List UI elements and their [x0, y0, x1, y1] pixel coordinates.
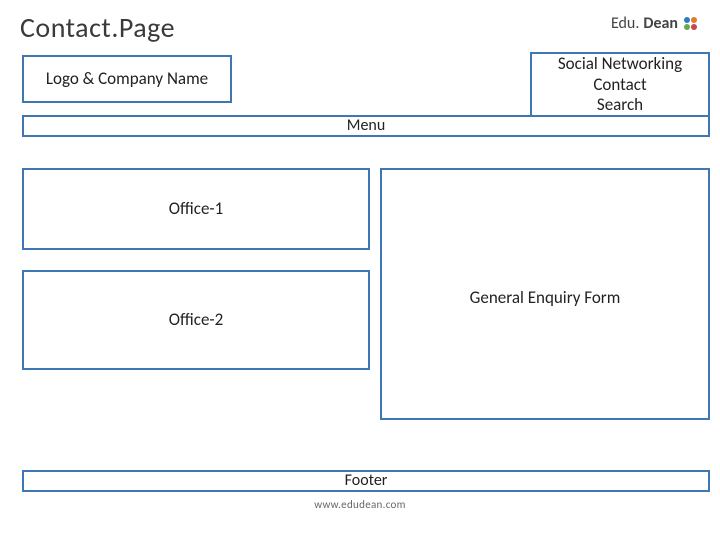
footer-url: www.edudean.com	[0, 498, 720, 511]
footer-label: Footer	[345, 471, 388, 490]
enquiry-box: General Enquiry Form	[380, 168, 710, 420]
top-right-box: Social Networking Contact Search	[530, 52, 710, 118]
office-1-label: Office-1	[169, 199, 223, 219]
logo-company-label: Logo & Company Name	[46, 69, 208, 89]
menu-box: Menu	[22, 115, 710, 137]
page-title: Contact.Page	[20, 10, 175, 45]
office-1-box: Office-1	[22, 168, 370, 250]
contact-label: Contact	[593, 75, 646, 95]
brand-dots-icon	[684, 17, 700, 30]
menu-label: Menu	[347, 116, 385, 135]
office-2-box: Office-2	[22, 270, 370, 370]
footer-box: Footer	[22, 470, 710, 492]
social-networking-label: Social Networking	[558, 54, 682, 74]
brand-text-2: Dean	[643, 14, 678, 33]
office-2-label: Office-2	[169, 310, 223, 330]
enquiry-label: General Enquiry Form	[470, 288, 621, 308]
search-label: Search	[597, 95, 643, 115]
logo-company-box: Logo & Company Name	[22, 55, 232, 103]
brand-text-1: Edu.	[611, 14, 639, 33]
brand-logo: Edu.Dean	[611, 14, 700, 33]
